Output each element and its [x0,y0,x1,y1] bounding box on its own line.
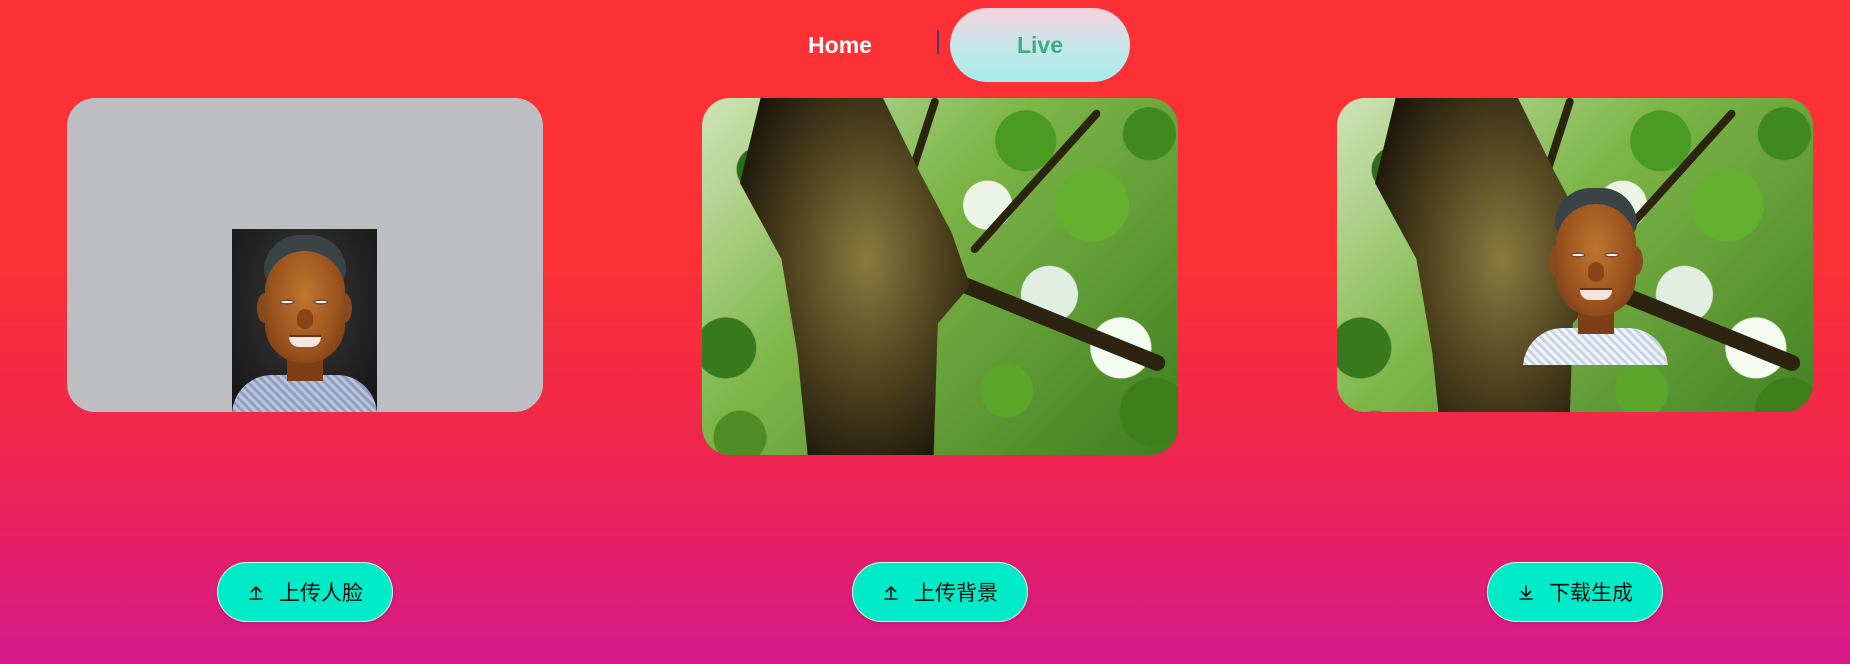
result-face-overlay [1523,182,1668,365]
nav-home-link[interactable]: Home [774,8,906,82]
face-photo [232,229,377,412]
nav-live-tab[interactable]: Live [950,8,1130,82]
download-result-button[interactable]: 下载生成 [1487,562,1663,622]
background-preview-panel [702,98,1178,455]
background-photo [702,98,1178,455]
nav-separator [937,30,939,54]
download-icon [1517,583,1535,601]
upload-face-label: 上传人脸 [279,581,363,605]
face-preview-panel [67,98,543,412]
top-nav: Home Live [0,8,1850,82]
upload-icon [882,583,900,601]
upload-icon [247,583,265,601]
result-preview-panel [1337,98,1813,412]
upload-background-button[interactable]: 上传背景 [852,562,1028,622]
upload-face-button[interactable]: 上传人脸 [217,562,393,622]
upload-background-label: 上传背景 [914,581,998,605]
download-result-label: 下载生成 [1549,581,1633,605]
